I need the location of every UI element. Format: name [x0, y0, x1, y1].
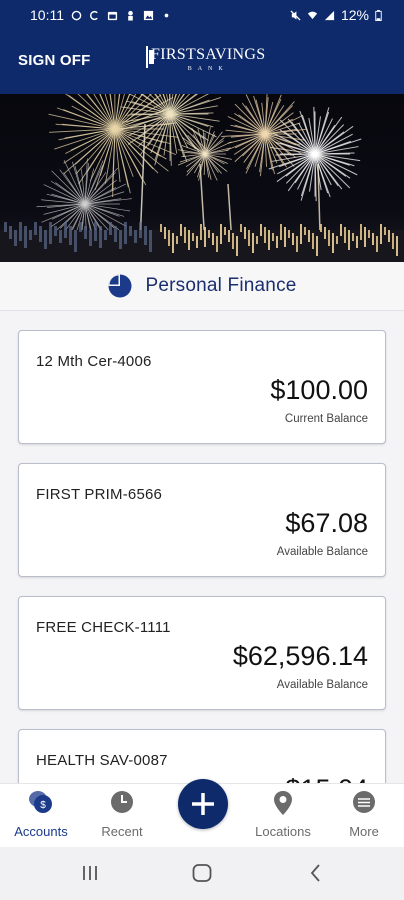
nav-recent[interactable]: Recent: [82, 784, 162, 848]
back-icon[interactable]: [306, 861, 326, 885]
dot-icon: [164, 13, 169, 17]
account-name: FIRST PRIM-6566: [36, 486, 163, 503]
pie-chart-icon: [108, 274, 132, 298]
recents-icon[interactable]: [80, 861, 100, 885]
nav-locations[interactable]: Locations: [243, 784, 323, 848]
more-menu-icon: [353, 791, 375, 813]
account-balance: $67.08: [285, 508, 368, 538]
bottom-nav: $ Accounts Recent Locations More: [0, 779, 404, 848]
account-card[interactable]: FIRST PRIM-6566 $67.08 Available Balance: [18, 463, 386, 577]
logo-sub-text: BANK: [187, 66, 229, 72]
clock-icon: [111, 791, 133, 813]
personal-finance-bar[interactable]: Personal Finance: [0, 262, 404, 311]
svg-text:$: $: [40, 800, 46, 811]
section-title: Personal Finance: [145, 275, 297, 296]
balance-type: Current Balance: [284, 413, 368, 425]
bank-logo: FIRSTSAVINGS BANK: [146, 46, 265, 76]
logo-mark-icon: [146, 46, 154, 68]
app-header: SIGN OFF FIRSTSAVINGS BANK: [0, 30, 404, 94]
mute-icon: [290, 9, 301, 21]
calendar-icon: [107, 11, 118, 20]
logo-main-text: FIRSTSAVINGS: [151, 46, 266, 63]
signal-icon: [324, 10, 335, 20]
wifi-icon: [307, 11, 318, 19]
accounts-coin-icon: $: [29, 791, 52, 813]
battery-icon: [375, 9, 382, 21]
nav-label: Locations: [255, 824, 311, 839]
c-icon: [89, 10, 98, 20]
sign-off-button[interactable]: SIGN OFF: [18, 52, 90, 69]
account-card[interactable]: FREE CHECK-1111 $62,596.14 Available Bal…: [18, 596, 386, 710]
account-card[interactable]: HEALTH SAV-0087 $15.04 Available Balance: [18, 729, 386, 783]
plus-icon: [192, 793, 214, 815]
battery-percent: 12%: [340, 7, 369, 23]
nav-label: Accounts: [14, 824, 68, 839]
account-list[interactable]: 12 Mth Cer-4006 $100.00 Current Balance …: [0, 310, 404, 783]
status-bar: 10:11 12%: [0, 0, 404, 30]
person-icon: [128, 10, 133, 21]
hero-fireworks-image: [0, 94, 404, 262]
system-nav-bar: [0, 847, 404, 900]
balance-type: Available Balance: [276, 546, 368, 558]
status-right: 12%: [290, 7, 382, 23]
account-balance: $15.04: [285, 774, 368, 783]
nav-more[interactable]: More: [324, 784, 404, 848]
account-balance: $100.00: [270, 375, 368, 405]
location-pin-icon: [274, 791, 292, 815]
account-name: HEALTH SAV-0087: [36, 752, 168, 769]
logo-text: FIRSTSAVINGS BANK: [151, 46, 265, 73]
sync-icon: [71, 10, 82, 20]
add-button[interactable]: [178, 779, 228, 829]
status-time: 10:11: [30, 7, 64, 23]
image-icon: [143, 10, 154, 20]
status-left: 10:11: [30, 7, 172, 23]
balance-type: Available Balance: [276, 679, 368, 691]
account-balance: $62,596.14: [232, 641, 368, 671]
account-name: 12 Mth Cer-4006: [36, 353, 152, 370]
nav-accounts[interactable]: $ Accounts: [1, 784, 81, 848]
nav-label: More: [349, 824, 379, 839]
account-card[interactable]: 12 Mth Cer-4006 $100.00 Current Balance: [18, 330, 386, 444]
account-name: FREE CHECK-1111: [36, 619, 171, 636]
home-icon[interactable]: [191, 861, 213, 885]
fireworks-illustration: [0, 94, 404, 262]
nav-label: Recent: [101, 824, 143, 839]
